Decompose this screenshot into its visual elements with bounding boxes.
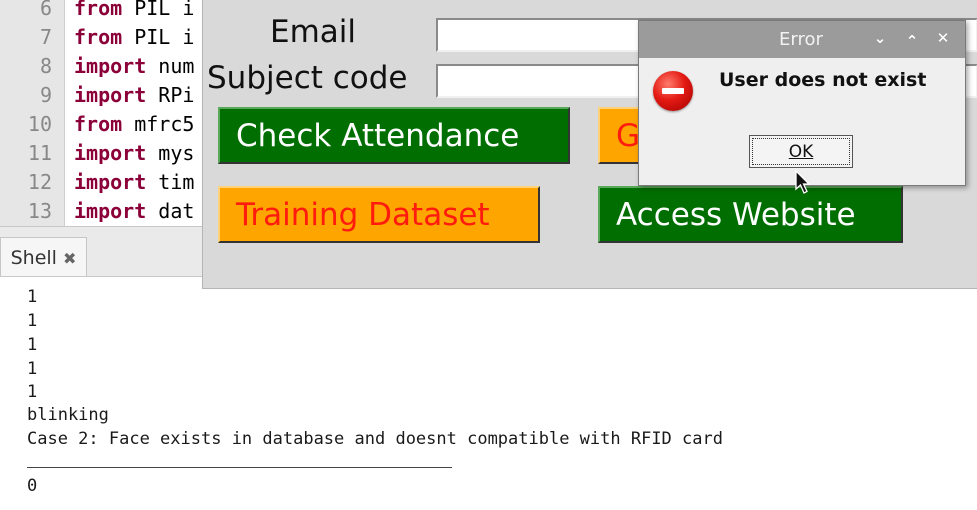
code-keyword: import	[74, 83, 147, 107]
code-text: mys	[146, 141, 195, 165]
code-line[interactable]: import num	[74, 52, 194, 81]
error-dialog: Error ⌄ ⌃ ✕ User does not exist OK	[638, 20, 966, 186]
line-number: 10	[27, 112, 52, 136]
tab-shell[interactable]: Shell ✖	[0, 237, 87, 278]
dialog-titlebar[interactable]: Error ⌄ ⌃ ✕	[639, 21, 965, 58]
line-number: 7	[39, 25, 52, 49]
code-line[interactable]: from PIL i	[74, 0, 194, 23]
mouse-pointer-icon	[795, 170, 811, 194]
line-number: 6	[39, 0, 52, 20]
training-dataset-button[interactable]: Training Dataset	[218, 186, 540, 243]
code-line[interactable]: import mys	[74, 139, 194, 168]
subject-code-label: Subject code	[207, 60, 408, 96]
code-text: PIL i	[122, 0, 195, 20]
check-attendance-button[interactable]: Check Attendance	[218, 107, 570, 164]
code-line[interactable]: from PIL i	[74, 23, 194, 52]
code-keyword: import	[74, 141, 147, 165]
code-keyword: from	[74, 0, 123, 20]
code-keyword: import	[74, 199, 147, 223]
ok-button-label: OK	[788, 141, 814, 162]
code-text: PIL i	[122, 25, 195, 49]
code-line[interactable]: from mfrc5	[74, 110, 194, 139]
code-keyword: from	[74, 25, 123, 49]
error-icon	[653, 71, 693, 111]
chevron-down-icon[interactable]: ⌄	[869, 27, 891, 49]
dialog-message: User does not exist	[719, 69, 927, 91]
code-line[interactable]: import tim	[74, 168, 194, 197]
console-line: blinking	[27, 405, 109, 425]
console-line: Case 2: Face exists in database and does…	[27, 429, 723, 449]
training-dataset-label: Training Dataset	[236, 196, 490, 233]
console-line: 0	[27, 476, 38, 496]
console-line: 1	[27, 335, 38, 355]
code-text: num	[146, 54, 195, 78]
line-number-gutter: 6 7 8 9 10 11 12 13	[0, 0, 65, 226]
separator-line	[27, 467, 452, 468]
code-text: tim	[146, 170, 195, 194]
code-keyword: import	[74, 54, 147, 78]
shell-console[interactable]: 1 1 1 1 1 blinking Case 2: Face exists i…	[0, 276, 977, 510]
console-line: 1	[27, 287, 38, 307]
line-number: 13	[27, 199, 52, 223]
email-label: Email	[270, 14, 357, 50]
code-text: mfrc5	[122, 112, 195, 136]
line-number: 9	[39, 83, 52, 107]
access-website-button[interactable]: Access Website	[598, 186, 903, 243]
code-text: dat	[146, 199, 195, 223]
close-icon[interactable]: ✕	[932, 27, 954, 49]
chevron-up-icon[interactable]: ⌃	[901, 30, 923, 52]
console-line: 1	[27, 359, 38, 379]
close-icon[interactable]: ✖	[63, 249, 76, 268]
check-attendance-label: Check Attendance	[236, 117, 520, 154]
line-number: 12	[27, 170, 52, 194]
access-website-label: Access Website	[616, 196, 856, 233]
console-line: 1	[27, 311, 38, 331]
line-number: 8	[39, 54, 52, 78]
code-keyword: from	[74, 112, 123, 136]
tab-shell-label: Shell	[10, 247, 57, 269]
line-number: 11	[27, 141, 52, 165]
ok-button[interactable]: OK	[749, 135, 853, 168]
code-line[interactable]: import dat	[74, 197, 194, 226]
code-line[interactable]: import RPi	[74, 81, 194, 110]
code-text: RPi	[146, 83, 195, 107]
code-keyword: import	[74, 170, 147, 194]
dialog-title: Error	[779, 29, 823, 50]
partially-hidden-button-label: G	[616, 117, 641, 154]
console-line: 1	[27, 382, 38, 402]
